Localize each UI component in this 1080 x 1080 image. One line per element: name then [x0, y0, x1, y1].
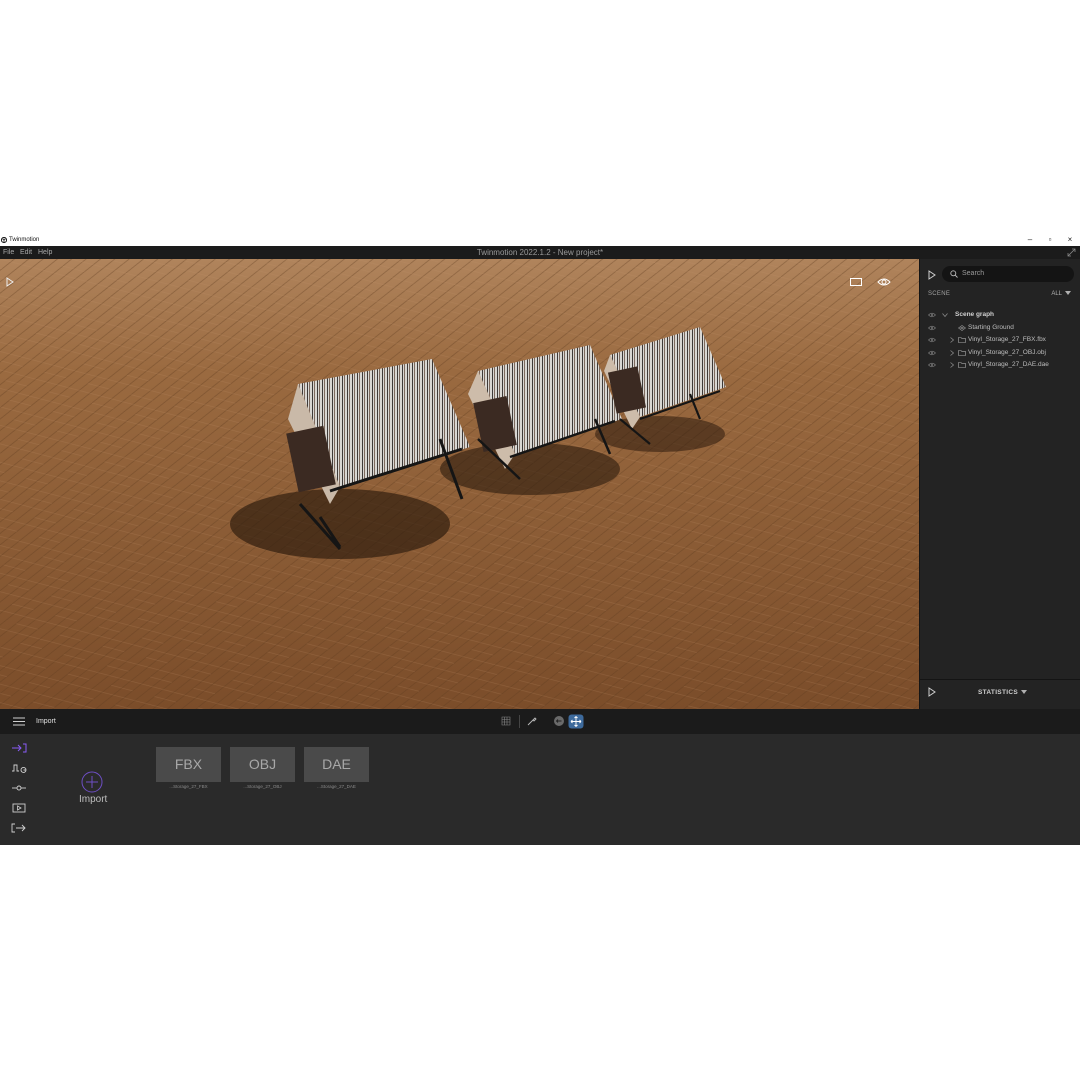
- tree-item-scene-graph[interactable]: Scene graph: [920, 309, 1080, 321]
- tree-item-label: Vinyl_Storage_27_DAE.dae: [968, 361, 1049, 368]
- asset-type-label: OBJ: [248, 756, 277, 772]
- media-video-icon[interactable]: [11, 803, 27, 813]
- eye-icon[interactable]: [928, 325, 936, 331]
- move-back-icon[interactable]: [553, 715, 565, 727]
- statistics-expand-icon[interactable]: [928, 687, 936, 697]
- import-icon[interactable]: [11, 743, 27, 753]
- caret-down-icon: [1065, 291, 1071, 296]
- restore-button[interactable]: ▫: [1040, 235, 1060, 246]
- scene-render: [0, 259, 919, 709]
- grid-icon[interactable]: [500, 715, 512, 727]
- scene-panel: Search SCENE ALL Scene graph Starting Gr…: [919, 259, 1080, 709]
- folder-icon: [958, 337, 966, 343]
- caret-down-icon: [1020, 690, 1027, 695]
- tree-item-label: Vinyl_Storage_27_FBX.fbx: [968, 336, 1046, 343]
- asset-type-label: DAE: [322, 756, 351, 772]
- menu-hamburger-icon[interactable]: [13, 717, 25, 726]
- app-title: Twinmotion 2022.1.2 - New project*: [476, 248, 604, 257]
- chevron-down-icon[interactable]: [941, 311, 949, 319]
- asset-name-label: ...Storage_27_OBJ: [243, 784, 282, 789]
- twinmotion-logo-icon: [1, 237, 7, 243]
- tree-item-label: Vinyl_Storage_27_OBJ.obj: [968, 349, 1046, 356]
- asset-tile-dae[interactable]: DAE: [304, 747, 369, 782]
- panel-collapse-icon[interactable]: [928, 270, 936, 280]
- search-icon: [950, 270, 958, 278]
- panel-divider: [920, 679, 1080, 680]
- import-add-icon[interactable]: [81, 771, 103, 793]
- tree-item-vinyl-fbx[interactable]: Vinyl_Storage_27_FBX.fbx: [920, 334, 1080, 346]
- move-transform-icon[interactable]: [568, 714, 584, 729]
- os-title-bar: Twinmotion – ▫ ×: [0, 235, 1080, 246]
- tree-item-label: Scene graph: [955, 311, 995, 318]
- ground-grid-icon: [958, 325, 966, 331]
- visibility-eye-icon[interactable]: [877, 276, 891, 288]
- asset-name-label: ...Storage_27_FBX: [169, 784, 208, 789]
- statistics-label: STATISTICS: [978, 689, 1018, 696]
- import-library-panel: Import FBX ...Storage_27_FBX OBJ ...Stor…: [0, 734, 1080, 845]
- folder-icon: [958, 350, 966, 356]
- tree-item-vinyl-obj[interactable]: Vinyl_Storage_27_OBJ.obj: [920, 347, 1080, 359]
- menu-bar: File Edit Help Twinmotion 2022.1.2 - New…: [0, 246, 1080, 259]
- tree-item-starting-ground[interactable]: Starting Ground: [920, 322, 1080, 334]
- chevron-right-icon[interactable]: [948, 336, 956, 344]
- scene-search-input[interactable]: Search: [942, 266, 1074, 282]
- tree-item-label: Starting Ground: [968, 324, 1014, 331]
- eye-icon[interactable]: [928, 312, 936, 318]
- eye-icon[interactable]: [928, 362, 936, 368]
- export-icon[interactable]: [11, 823, 27, 833]
- wave-path-icon[interactable]: [11, 763, 27, 773]
- eye-icon[interactable]: [928, 337, 936, 343]
- twinmotion-app: Twinmotion – ▫ × File Edit Help Twinmoti…: [0, 235, 1080, 845]
- chevron-right-icon[interactable]: [948, 349, 956, 357]
- chevron-right-icon[interactable]: [948, 361, 956, 369]
- bottom-toolbar: Import: [0, 709, 1080, 734]
- close-button[interactable]: ×: [1060, 235, 1080, 246]
- eye-icon[interactable]: [928, 350, 936, 356]
- import-button-label[interactable]: Import: [79, 793, 107, 807]
- filter-label: ALL: [1051, 291, 1062, 297]
- folder-icon: [958, 362, 966, 368]
- 3d-viewport[interactable]: [0, 259, 919, 709]
- eyedropper-icon[interactable]: [526, 715, 538, 727]
- fullscreen-expand-icon[interactable]: [1067, 248, 1076, 257]
- toolbar-divider: [519, 715, 520, 728]
- viewport-play-icon[interactable]: [6, 277, 14, 287]
- slider-settings-icon[interactable]: [11, 783, 27, 793]
- tree-item-vinyl-dae[interactable]: Vinyl_Storage_27_DAE.dae: [920, 359, 1080, 371]
- os-window-title: Twinmotion: [9, 237, 40, 243]
- minimize-button[interactable]: –: [1020, 235, 1040, 246]
- asset-tile-obj[interactable]: OBJ: [230, 747, 295, 782]
- asset-tile-fbx[interactable]: FBX: [156, 747, 221, 782]
- toolbar-title: Import: [36, 718, 56, 725]
- statistics-dropdown[interactable]: STATISTICS: [978, 689, 1027, 696]
- asset-name-label: ...Storage_27_DAE: [317, 784, 356, 789]
- view-frame-icon[interactable]: [849, 276, 863, 288]
- search-placeholder: Search: [962, 270, 985, 277]
- scene-filter-dropdown[interactable]: ALL: [1051, 291, 1071, 297]
- scene-section-label: SCENE: [928, 291, 951, 297]
- asset-type-label: FBX: [174, 756, 203, 772]
